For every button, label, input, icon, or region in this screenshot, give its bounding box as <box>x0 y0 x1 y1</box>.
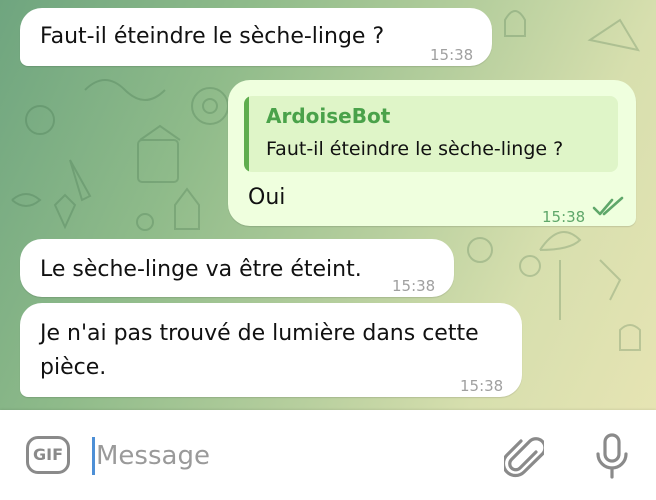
message-time: 15:38 <box>392 277 436 295</box>
message-time: 15:38 <box>542 208 586 226</box>
incoming-message[interactable]: Je n'ai pas trouvé de lumière dans cette… <box>20 303 522 397</box>
reply-quote[interactable]: ArdoiseBot Faut-il éteindre le sèche-lin… <box>244 96 618 172</box>
double-check-icon <box>592 196 624 216</box>
incoming-message[interactable]: Le sèche-linge va être éteint. 15:38 <box>20 239 454 297</box>
message-time: 15:38 <box>430 46 474 64</box>
text-caret <box>92 437 95 475</box>
paperclip-icon[interactable] <box>504 434 544 478</box>
message-input[interactable] <box>96 432 476 480</box>
microphone-icon[interactable] <box>594 432 630 480</box>
quote-author: ArdoiseBot <box>266 104 391 128</box>
message-text: Oui <box>248 185 286 210</box>
outgoing-message[interactable]: ArdoiseBot Faut-il éteindre le sèche-lin… <box>228 80 636 226</box>
quote-accent-bar <box>244 96 249 172</box>
message-time: 15:38 <box>460 377 504 395</box>
message-text: Faut-il éteindre le sèche-linge ? <box>40 24 385 49</box>
message-text: Le sèche-linge va être éteint. <box>40 257 362 282</box>
incoming-message[interactable]: Faut-il éteindre le sèche-linge ? 15:38 <box>20 8 492 66</box>
quote-text: Faut-il éteindre le sèche-linge ? <box>266 138 564 160</box>
gif-button[interactable]: GIF <box>26 436 70 474</box>
chat-area[interactable]: Faut-il éteindre le sèche-linge ? 15:38 … <box>0 0 656 410</box>
message-text: Je n'ai pas trouvé de lumière dans cette… <box>40 321 479 380</box>
